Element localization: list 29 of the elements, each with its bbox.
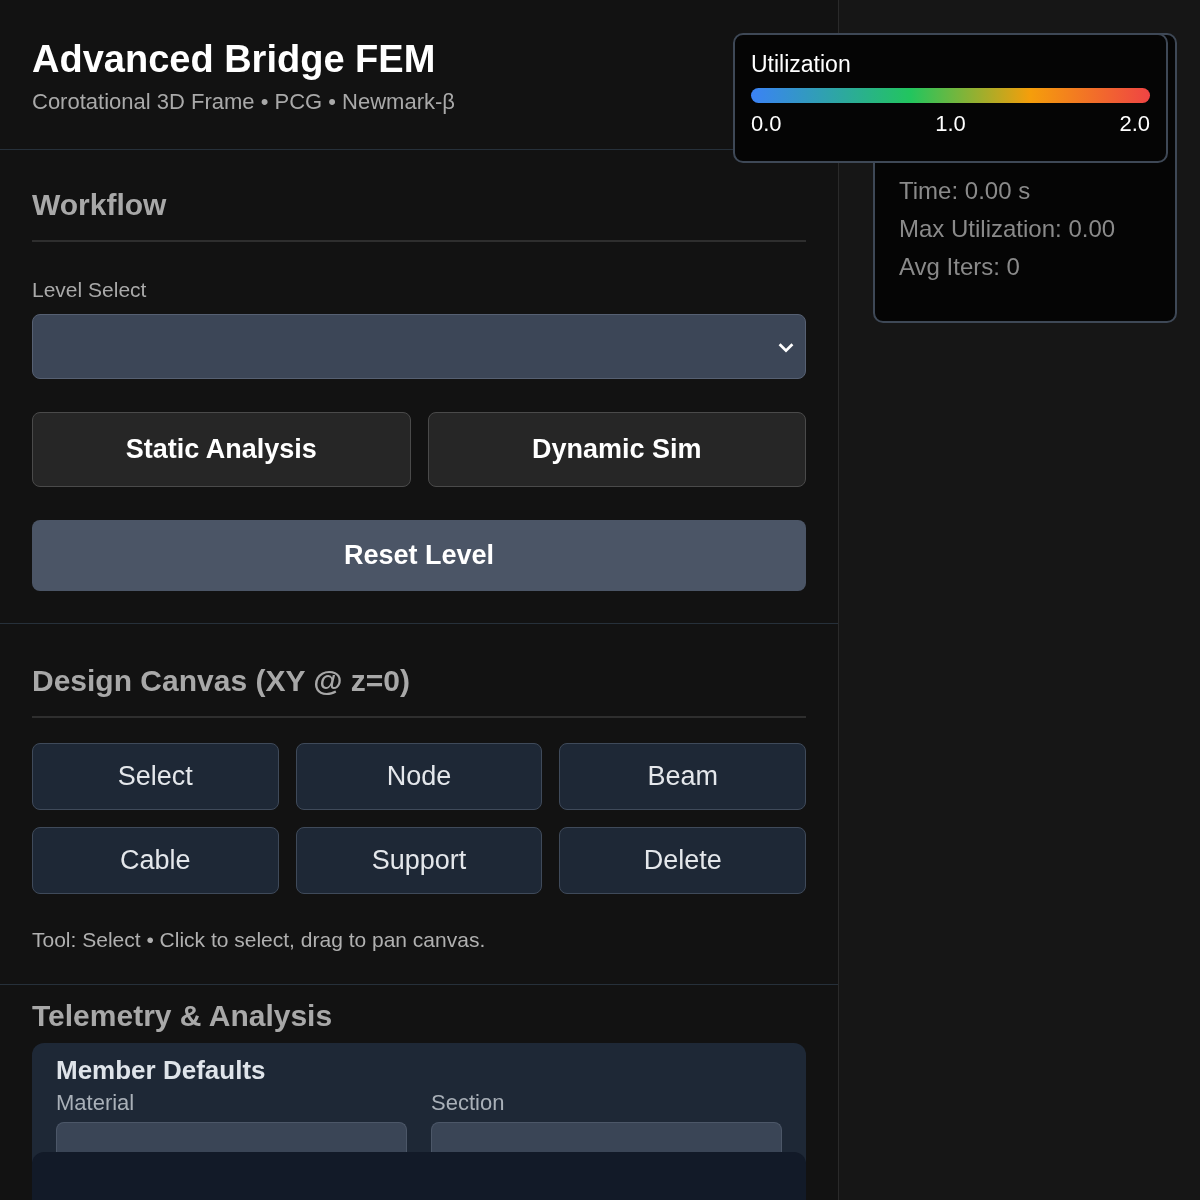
tool-button[interactable]: Support (295, 827, 543, 894)
scale-tick: 2.0 (1119, 111, 1150, 137)
level-select[interactable] (32, 314, 806, 379)
panel-title: Member Defaults (55, 1054, 267, 1086)
stat-text: Time: 0.00 s (899, 177, 1032, 205)
reset-button[interactable]: Reset Level (32, 520, 806, 591)
app-title: Advanced Bridge FEM (32, 38, 436, 81)
tool-button[interactable]: Delete (559, 827, 806, 894)
section-heading: Design Canvas (XY @ z=0) (32, 664, 806, 718)
legend-title: Utilization (751, 51, 852, 78)
tool-button[interactable]: Cable (32, 827, 279, 894)
field-label: Material (56, 1090, 136, 1116)
tool-hint: Tool: Select • Click to select, drag to pan canvas. (32, 928, 487, 952)
select-field[interactable] (431, 1122, 782, 1152)
scale-tick: 0.0 (751, 111, 782, 137)
analysis-button[interactable]: Dynamic Sim (427, 412, 806, 487)
stat-text: Avg Iters: 0 (899, 253, 1021, 281)
section-heading: Telemetry & Analysis (32, 999, 334, 1033)
select-field[interactable] (56, 1122, 407, 1152)
app-subtitle: Corotational 3D Frame • PCG • Newmark-β (32, 89, 456, 115)
tool-button[interactable]: Beam (559, 743, 806, 810)
stat-text: Max Utilization: 0.00 (899, 215, 1117, 243)
tool-button[interactable]: Select (32, 743, 279, 810)
field-label: Level Select (32, 278, 148, 302)
scale-tick: 1.0 (935, 111, 966, 137)
section-heading: Workflow (32, 188, 806, 242)
analysis-button[interactable]: Static Analysis (32, 412, 411, 487)
field-label: Section (431, 1090, 506, 1116)
tool-button[interactable]: Node (295, 743, 543, 810)
